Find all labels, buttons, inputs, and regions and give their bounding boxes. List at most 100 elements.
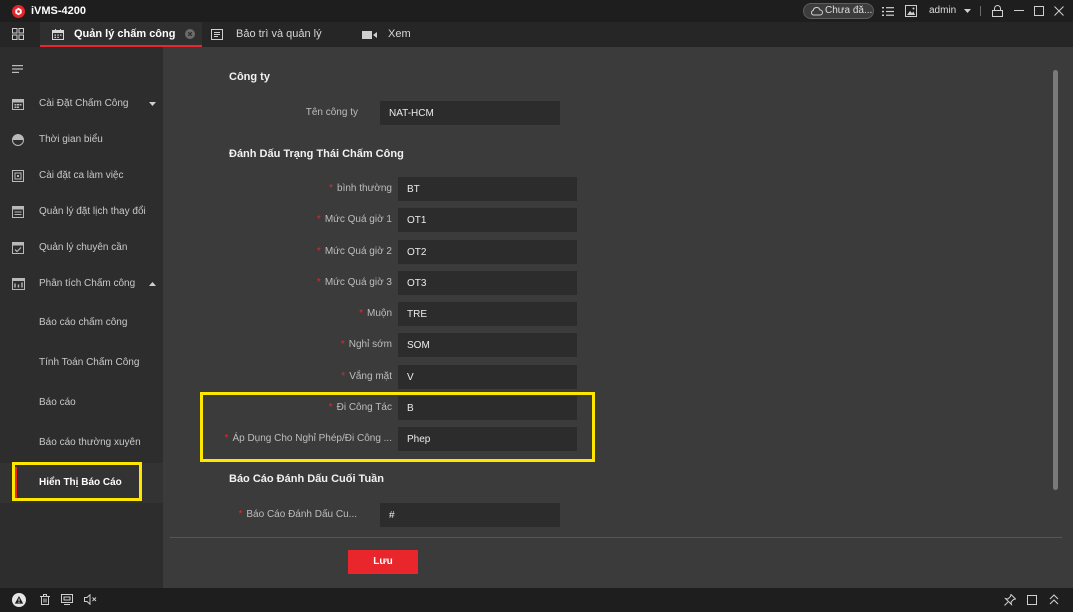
field-label-wrap: * bình thường [173,177,392,201]
menu-icon[interactable] [12,65,23,73]
separator [980,6,981,16]
module-grid-icon[interactable] [12,28,24,40]
status-field-row: * Mức Quá giờ 1 [163,208,1073,232]
report-display-settings-panel: Công ty Tên công ty Đánh Dấu Trạng Thái … [163,47,1073,588]
user-menu[interactable]: admin [927,0,973,22]
status-field-row: * Mức Quá giờ 3 [163,271,1073,295]
sidebar-item-timetable[interactable]: Thời gian biểu [0,122,163,158]
status-absent-input[interactable] [398,365,577,389]
task-list-icon[interactable] [882,6,894,17]
ivms-window: iVMS-4200 Chưa đă... admin Quản lý chấm … [0,0,1073,612]
tab-close-icon[interactable] [185,29,195,39]
lock-icon[interactable] [992,5,1003,17]
section-title-status-marks: Đánh Dấu Trạng Thái Chấm Công [229,148,404,160]
attendance-icon [12,242,24,254]
sidebar-item-label: Quản lý đặt lịch thay đổi [39,206,146,217]
save-button[interactable]: Lưu [348,550,418,574]
weekend-mark-row: * Báo Cáo Đánh Dấu Cu... [163,503,1073,527]
sidebar-item-attendance-settings[interactable]: Cài Đặt Chấm Công [0,86,163,122]
warning-icon[interactable] [12,593,26,607]
status-normal-input[interactable] [398,177,577,201]
sidebar-subitem-attendance-calculation[interactable]: Tính Toán Chấm Công [0,343,163,383]
field-label: Tên công ty [305,107,358,118]
field-label: Báo Cáo Đánh Dấu Cu... [246,509,357,520]
status-bar [0,588,1073,612]
image-icon[interactable] [905,5,917,17]
vertical-scrollbar[interactable] [1053,70,1058,490]
sidebar-subitem-scheduled-report[interactable]: Báo cáo thường xuyên [0,423,163,463]
company-name-row: Tên công ty [163,101,1073,125]
section-title-company: Công ty [229,71,270,83]
status-field-row: * Mức Quá giờ 2 [163,240,1073,264]
status-overtime1-input[interactable] [398,208,577,232]
status-field-row: * Nghỉ sớm [163,333,1073,357]
caret-up-icon [149,282,156,286]
field-label-wrap: * Vắng mặt [173,365,392,389]
company-name-input[interactable] [380,101,560,125]
caret-down-icon [964,9,971,13]
field-label: Muộn [366,308,392,319]
weekend-mark-input[interactable] [380,503,560,527]
title-bar: iVMS-4200 Chưa đă... admin [0,0,1073,22]
field-label: Mức Quá giờ 2 [324,246,392,257]
highlight-box [200,392,595,462]
double-chevron-up-icon[interactable] [1049,594,1059,605]
sidebar-item-shift-settings[interactable]: Cài đặt ca làm việc [0,158,163,194]
field-label-wrap: * Báo Cáo Đánh Dấu Cu... [173,503,357,527]
field-label-wrap: Tên công ty [173,101,358,125]
shift-icon [12,170,24,182]
analysis-icon [12,278,25,290]
sidebar-item-attendance-management[interactable]: Quản lý chuyên cần [0,230,163,266]
sidebar: Cài Đặt Chấm Công Thời gian biểu Cài đặt… [0,47,163,588]
sidebar-subitem-attendance-report[interactable]: Báo cáo chấm công [0,303,163,343]
speaker-mute-icon[interactable] [84,594,97,605]
sidebar-item-schedule-management[interactable]: Quản lý đặt lịch thay đổi [0,194,163,230]
ivms-logo-icon [12,5,25,18]
sidebar-item-label: Cài đặt ca làm việc [39,170,124,181]
tab-attendance-management[interactable]: Quản lý chấm công [40,22,202,47]
highlight-box [12,462,142,501]
section-title-weekend-report: Báo Cáo Đánh Dấu Cuối Tuần [229,473,385,485]
cloud-status-button[interactable]: Chưa đă... [803,3,874,19]
tab-view[interactable]: Xem [355,22,425,47]
status-overtime3-input[interactable] [398,271,577,295]
field-label: Mức Quá giờ 1 [324,214,392,225]
sidebar-item-label: Phân tích Chấm công [39,278,136,289]
status-late-input[interactable] [398,302,577,326]
sidebar-subitem-label: Báo cáo thường xuyên [39,437,141,448]
required-mark: * [340,339,345,350]
close-icon[interactable] [1054,6,1064,16]
cloud-status-text: Chưa đă... [825,5,873,16]
app-title: iVMS-4200 [31,5,87,17]
sidebar-subitem-label: Báo cáo chấm công [39,317,128,328]
user-name: admin [929,5,957,16]
tab-maintenance-management[interactable]: Bảo trì và quản lý [205,22,345,47]
sidebar-subitem-label: Báo cáo [39,397,76,408]
maintenance-icon [211,29,223,40]
tab-bar: Quản lý chấm công Bảo trì và quản lý Xem [0,22,1073,47]
status-overtime2-input[interactable] [398,240,577,264]
sidebar-item-attendance-analysis[interactable]: Phân tích Chấm công [0,266,163,302]
tab-label: Bảo trì và quản lý [236,28,322,40]
minimize-icon[interactable] [1014,10,1024,12]
required-mark: * [359,308,363,319]
field-label-wrap: * Muộn [173,302,392,326]
required-mark: * [238,509,243,520]
calendar-icon [12,98,24,110]
status-early-leave-input[interactable] [398,333,577,357]
status-field-row: * bình thường [163,177,1073,201]
sidebar-subitem-report[interactable]: Báo cáo [0,383,163,423]
screen-icon[interactable] [61,594,73,605]
pin-icon[interactable] [1004,594,1016,606]
trash-icon[interactable] [40,594,50,605]
window-icon[interactable] [1027,595,1037,605]
maximize-icon[interactable] [1034,6,1044,16]
divider [170,537,1062,538]
video-icon [362,30,377,40]
field-label: Nghỉ sớm [348,339,392,350]
field-label-wrap: * Mức Quá giờ 2 [173,240,392,264]
caret-down-icon [149,102,156,106]
field-label: Vắng mặt [349,371,392,382]
status-field-row: * Vắng mặt [163,365,1073,389]
field-label-wrap: * Mức Quá giờ 1 [173,208,392,232]
